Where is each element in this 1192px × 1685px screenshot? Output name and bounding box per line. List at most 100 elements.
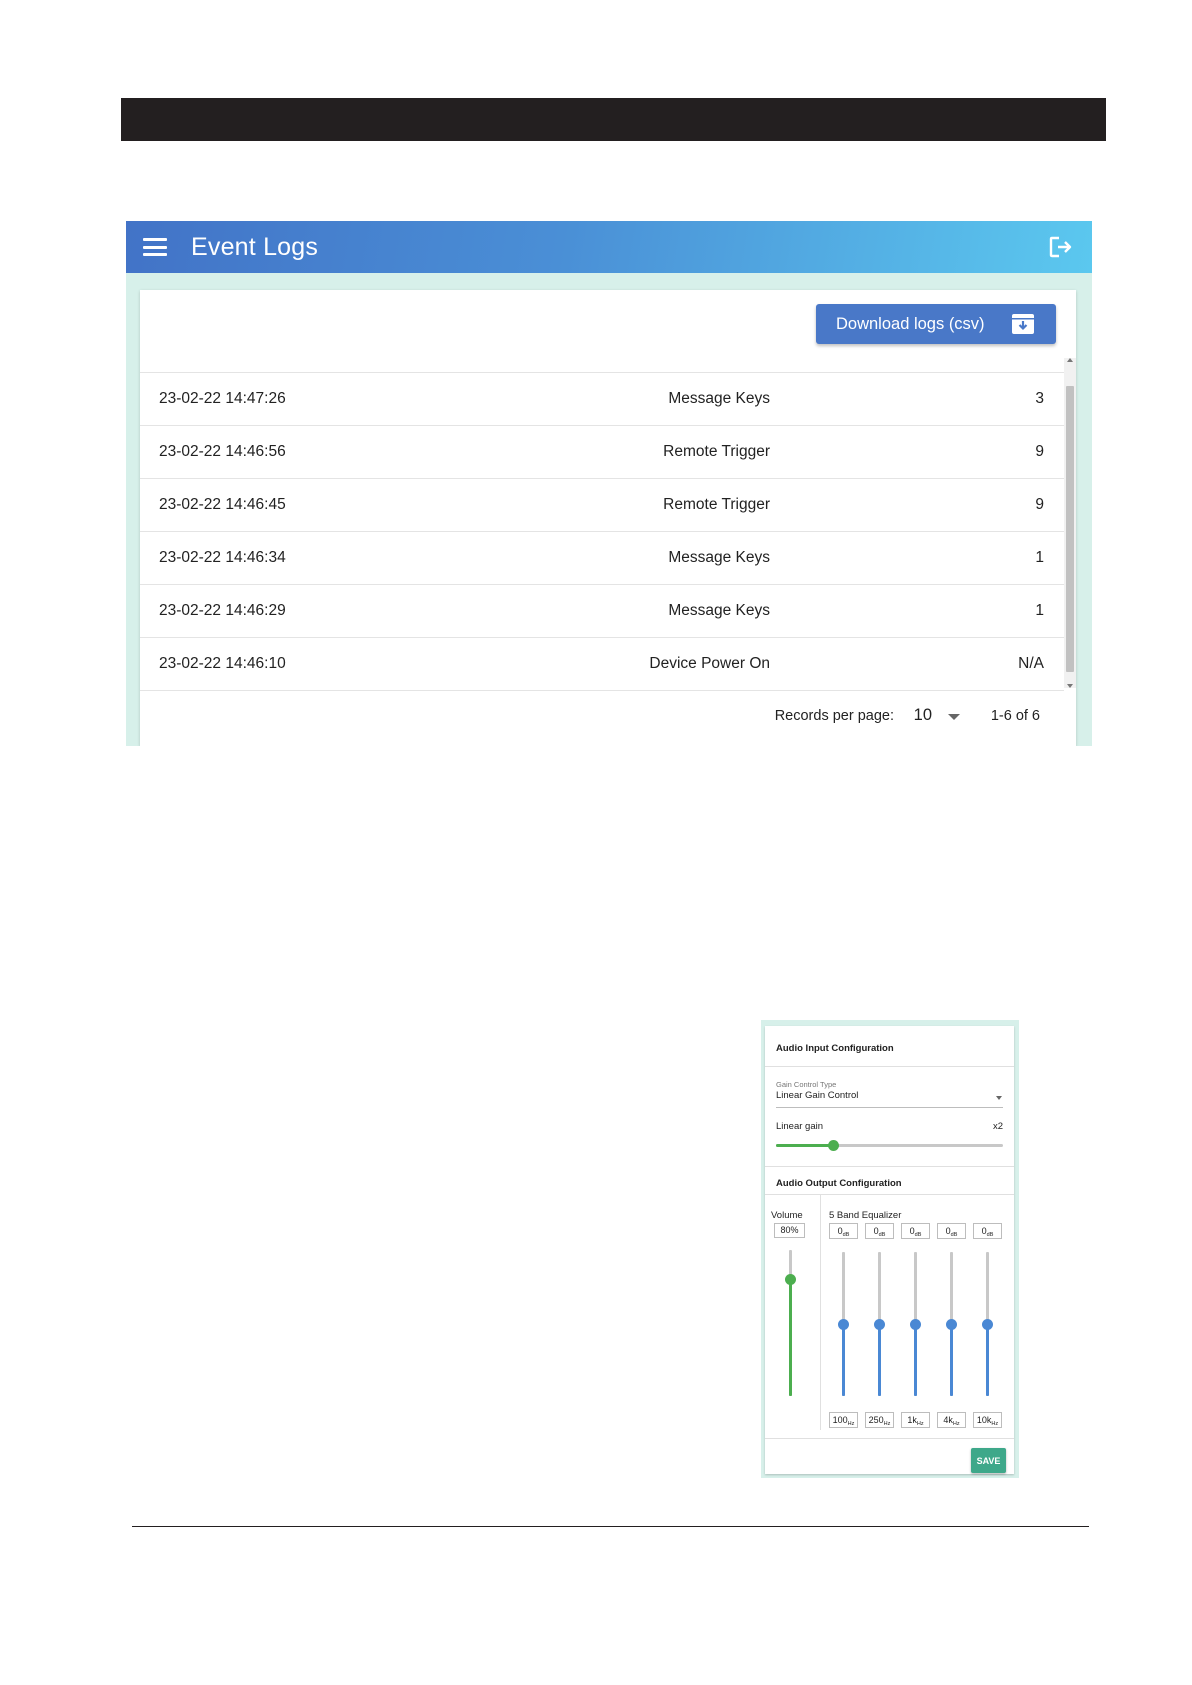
row-time: 23-02-22 14:46:29 (159, 602, 286, 619)
select-underline (776, 1107, 1003, 1108)
row-time: 23-02-22 14:46:34 (159, 549, 286, 566)
table-row: 23-02-22 14:46:34 Message Keys 1 (140, 531, 1064, 584)
eq-band-slider[interactable] (946, 1252, 957, 1396)
scroll-up-arrow-icon[interactable] (1067, 358, 1073, 362)
event-log-card: Download logs (csv) 23-02-22 14:47:26 Me… (140, 290, 1076, 746)
row-value: 3 (1035, 390, 1044, 407)
eq-band-freq-unit: Hz (883, 1421, 891, 1427)
download-logs-label: Download logs (csv) (836, 314, 985, 333)
eq-band-gain-unit: dB (878, 1232, 886, 1238)
chevron-down-icon[interactable] (948, 714, 960, 720)
table-row: 23-02-22 14:46:56 Remote Trigger 9 (140, 425, 1064, 478)
eq-band-gain-box: 0dB (901, 1223, 930, 1239)
row-value: N/A (1018, 655, 1044, 672)
page-title: Event Logs (191, 232, 319, 261)
table-row: 23-02-22 14:46:29 Message Keys 1 (140, 584, 1064, 637)
audio-input-title: Audio Input Configuration (776, 1043, 894, 1054)
eq-band-slider-thumb[interactable] (982, 1319, 993, 1330)
volume-label: Volume (771, 1210, 803, 1221)
linear-gain-slider-thumb[interactable] (827, 1140, 839, 1151)
eq-band-freq-box: 4kHz (937, 1412, 966, 1428)
scroll-down-arrow-icon[interactable] (1067, 684, 1073, 688)
divider (765, 1438, 1014, 1439)
eq-band-freq-unit: Hz (847, 1421, 855, 1427)
eq-band-slider[interactable] (910, 1252, 921, 1396)
eq-band-gain-unit: dB (950, 1232, 958, 1238)
linear-gain-value: x2 (992, 1121, 1003, 1132)
eq-band-slider-fill (878, 1324, 881, 1396)
eq-band-slider[interactable] (838, 1252, 849, 1396)
eq-band-slider-thumb[interactable] (838, 1319, 849, 1330)
eq-band-gain-box: 0dB (973, 1223, 1002, 1239)
eq-band-freq-box: 250Hz (865, 1412, 894, 1428)
eq-band-slider-thumb[interactable] (946, 1319, 957, 1330)
linear-gain-slider[interactable] (776, 1140, 1003, 1151)
eq-band-slider[interactable] (982, 1252, 993, 1396)
eq-band-freq: 100 (832, 1415, 848, 1425)
row-value: 1 (1035, 549, 1044, 566)
row-event: Remote Trigger (663, 443, 770, 460)
eq-band-freq-box: 100Hz (829, 1412, 858, 1428)
eq-band-freq: 10k (976, 1415, 992, 1425)
eq-band-gain-box: 0dB (937, 1223, 966, 1239)
eq-band-freq-box: 10kHz (973, 1412, 1002, 1428)
volume-slider-thumb[interactable] (785, 1274, 796, 1286)
audio-config-card: Audio Input Configuration Gain Control T… (765, 1026, 1014, 1474)
row-event: Message Keys (668, 549, 770, 566)
audio-config-screenshot: Audio Input Configuration Gain Control T… (761, 1020, 1019, 1478)
row-value: 9 (1035, 443, 1044, 460)
eq-band-slider-thumb[interactable] (910, 1319, 921, 1330)
records-per-page-select[interactable]: 10 (914, 706, 932, 725)
gain-control-type-select[interactable]: Linear Gain Control (776, 1090, 858, 1101)
row-value: 9 (1035, 496, 1044, 513)
eq-band-freq-unit: Hz (916, 1421, 924, 1427)
eq-band-slider-fill (950, 1324, 953, 1396)
table-row: 23-02-22 14:46:10 Device Power On N/A (140, 637, 1064, 690)
eq-band-freq: 4k (943, 1415, 953, 1425)
divider (765, 1194, 1014, 1195)
eq-band-gain-unit: dB (986, 1232, 994, 1238)
eq-band-slider-fill (842, 1324, 845, 1396)
footer-rule (132, 1526, 1089, 1527)
row-event: Device Power On (649, 655, 770, 672)
audio-output-title: Audio Output Configuration (776, 1178, 902, 1189)
row-event: Message Keys (668, 602, 770, 619)
row-time: 23-02-22 14:46:56 (159, 443, 286, 460)
row-event: Message Keys (668, 390, 770, 407)
eq-band-slider-fill (914, 1324, 917, 1396)
table-row: 23-02-22 14:47:26 Message Keys 3 (140, 372, 1064, 425)
row-value: 1 (1035, 602, 1044, 619)
scroll-thumb[interactable] (1066, 386, 1074, 672)
page-range: 1-6 of 6 (990, 708, 1040, 724)
event-logs-screenshot: Event Logs Download logs (csv) 23-02-22 … (126, 221, 1092, 746)
download-logs-button[interactable]: Download logs (csv) (816, 304, 1056, 344)
volume-value-box: 80% (774, 1223, 805, 1238)
eq-band-gain-unit: dB (914, 1232, 922, 1238)
chevron-down-icon[interactable] (996, 1096, 1002, 1100)
eq-band-slider[interactable] (874, 1252, 885, 1396)
volume-slider[interactable] (785, 1250, 796, 1396)
logout-icon[interactable] (1048, 235, 1074, 259)
download-archive-icon (1012, 314, 1034, 334)
eq-band-gain-box: 0dB (829, 1223, 858, 1239)
column-divider (820, 1194, 821, 1430)
eq-band-gain-unit: dB (842, 1232, 850, 1238)
eq-band-freq-unit: Hz (991, 1421, 999, 1427)
table-scrollbar[interactable] (1064, 358, 1076, 688)
table-row: 23-02-22 14:46:45 Remote Trigger 9 (140, 478, 1064, 531)
eq-band-slider-thumb[interactable] (874, 1319, 885, 1330)
eq-band-slider-fill (986, 1324, 989, 1396)
eq-band-gain-box: 0dB (865, 1223, 894, 1239)
records-per-page-label: Records per page: (774, 708, 894, 724)
eq-band-freq: 250 (868, 1415, 884, 1425)
save-button[interactable]: SAVE (971, 1448, 1006, 1473)
gain-control-type-label: Gain Control Type (776, 1080, 837, 1089)
equalizer-title: 5 Band Equalizer (829, 1210, 902, 1221)
menu-icon[interactable] (143, 238, 167, 256)
row-time: 23-02-22 14:46:10 (159, 655, 286, 672)
eq-band-freq-box: 1kHz (901, 1412, 930, 1428)
linear-gain-label: Linear gain (776, 1121, 824, 1132)
row-time: 23-02-22 14:46:45 (159, 496, 286, 513)
eq-band-freq-unit: Hz (952, 1421, 960, 1427)
row-event: Remote Trigger (663, 496, 770, 513)
